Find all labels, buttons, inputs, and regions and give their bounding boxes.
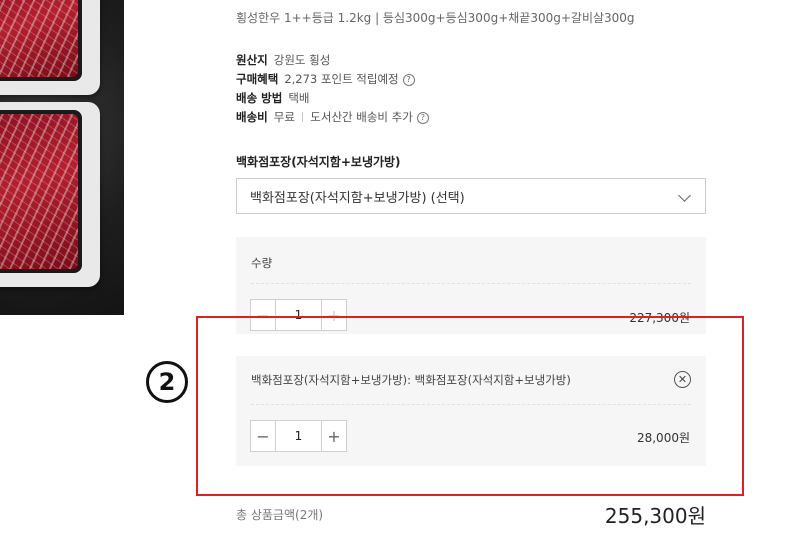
cart-item-label: 수량 xyxy=(251,256,273,270)
meat-tray-bottom xyxy=(0,102,100,287)
chevron-down-icon xyxy=(678,189,691,202)
quantity-stepper: − 1 + xyxy=(250,299,347,331)
option-title: 백화점포장(자석지함+보냉가방) xyxy=(236,155,401,169)
info-label: 구매혜택 xyxy=(236,72,279,86)
step-marker: 2 xyxy=(146,361,188,403)
decrement-button[interactable]: − xyxy=(251,421,275,451)
info-extra: 도서산간 배송비 추가 xyxy=(310,110,413,124)
info-label: 배송 방법 xyxy=(236,91,283,105)
close-icon[interactable]: ✕ xyxy=(674,371,691,388)
info-value: 2,273 포인트 적립예정 xyxy=(284,72,399,86)
cart-item-label: 백화점포장(자석지함+보냉가방): 백화점포장(자석지함+보냉가방) xyxy=(251,373,571,387)
help-icon[interactable]: ? xyxy=(402,73,415,86)
info-origin: 원산지 강원도 횡성 xyxy=(236,51,429,70)
product-description: 횡성한우 1++등급 1.2kg | 등심300g+등심300g+채끝300g+… xyxy=(236,11,635,25)
total-price: 255,300원 xyxy=(604,504,706,528)
increment-button[interactable]: + xyxy=(322,421,346,451)
quantity-input[interactable]: 1 xyxy=(275,300,322,330)
increment-button[interactable]: + xyxy=(322,300,346,330)
separator: | xyxy=(300,112,305,123)
total-label: 총 상품금액(2개) xyxy=(236,508,324,522)
info-value: 무료 xyxy=(273,110,295,124)
quantity-input[interactable]: 1 xyxy=(275,421,322,451)
info-label: 배송비 xyxy=(236,110,268,124)
help-icon[interactable]: ? xyxy=(416,111,429,124)
cart-item: 수량 − 1 + 227,300원 xyxy=(236,237,706,334)
quantity-stepper: − 1 + xyxy=(250,420,347,452)
product-image xyxy=(0,0,124,315)
option-selected-value: 백화점포장(자석지함+보냉가방) (선택) xyxy=(250,190,465,206)
divider xyxy=(251,283,691,284)
cart-item-price: 227,300원 xyxy=(629,311,690,325)
cart-item: 백화점포장(자석지함+보냉가방): 백화점포장(자석지함+보냉가방) ✕ − 1… xyxy=(236,356,706,466)
info-benefit: 구매혜택 2,273 포인트 적립예정 ? xyxy=(236,70,429,89)
info-shipping-fee: 배송비 무료 | 도서산간 배송비 추가 ? xyxy=(236,108,429,127)
info-label: 원산지 xyxy=(236,53,268,67)
divider xyxy=(251,404,691,405)
product-info: 원산지 강원도 횡성 구매혜택 2,273 포인트 적립예정 ? 배송 방법 택… xyxy=(236,51,429,127)
option-select[interactable]: 백화점포장(자석지함+보냉가방) (선택) xyxy=(236,178,706,214)
meat-tray-top xyxy=(0,0,100,95)
cart-item-price: 28,000원 xyxy=(636,431,690,445)
info-value: 강원도 횡성 xyxy=(273,53,331,67)
info-value: 택배 xyxy=(288,91,310,105)
info-shipping-method: 배송 방법 택배 xyxy=(236,89,429,108)
decrement-button[interactable]: − xyxy=(251,300,275,330)
